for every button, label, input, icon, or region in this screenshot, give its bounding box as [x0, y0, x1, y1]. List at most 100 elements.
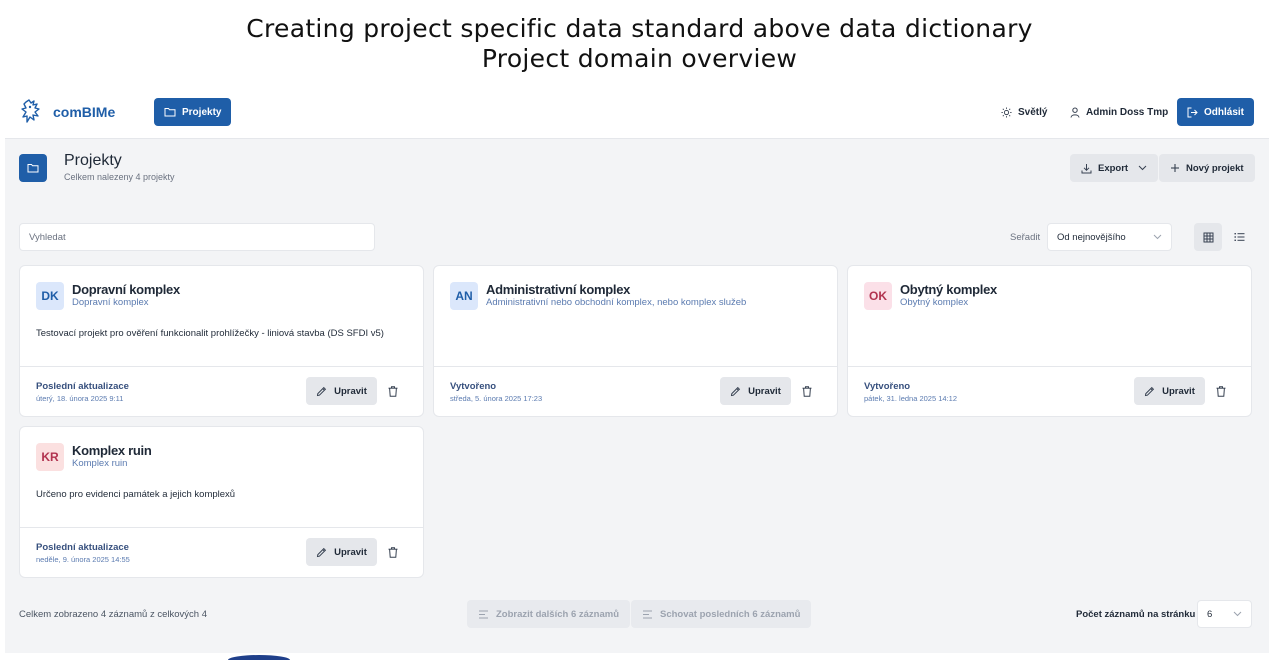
folder-icon: [27, 164, 39, 173]
edit-label: Upravit: [748, 385, 781, 397]
project-card[interactable]: AN Administrativní komplex Administrativ…: [433, 265, 838, 417]
sort-label: Seřadit: [1010, 232, 1041, 243]
top-bar: comBIMe Projekty Světlý Admin Doss Tmp O…: [5, 86, 1269, 139]
export-label: Export: [1098, 162, 1129, 174]
project-badge: OK: [864, 282, 892, 310]
card-divider: [20, 366, 423, 367]
trash-icon: [1216, 385, 1226, 397]
edit-button[interactable]: Upravit: [306, 377, 377, 405]
logout-icon: [1187, 107, 1198, 117]
chevron-down-icon: [1138, 165, 1147, 171]
edit-label: Upravit: [334, 546, 367, 558]
project-badge: DK: [36, 282, 64, 310]
app-window: comBIMe Projekty Světlý Admin Doss Tmp O…: [5, 86, 1269, 653]
hide-last-button[interactable]: Schovat posledních 6 záznamů: [631, 600, 812, 628]
slide-title-line-1: Creating project specific data standard …: [246, 14, 1033, 43]
project-badge: KR: [36, 443, 64, 471]
slide-title-line-2: Project domain overview: [481, 44, 798, 73]
project-title[interactable]: Komplex ruin: [72, 443, 152, 458]
project-meta-value: středa, 5. února 2025 17:23: [450, 394, 543, 403]
project-meta-label: Poslední aktualizace: [36, 542, 129, 553]
card-divider: [434, 366, 837, 367]
edit-label: Upravit: [1162, 385, 1195, 397]
card-divider: [20, 527, 423, 528]
card-divider: [848, 366, 1251, 367]
project-meta-value: úterý, 18. února 2025 9:11: [36, 394, 124, 403]
project-card[interactable]: DK Dopravní komplex Dopravní komplex Tes…: [19, 265, 424, 417]
delete-button[interactable]: [386, 383, 400, 399]
user-name: Admin Doss Tmp: [1086, 106, 1169, 118]
grid-view-button[interactable]: [1194, 223, 1222, 251]
project-title[interactable]: Dopravní komplex: [72, 282, 180, 297]
project-subtitle: Komplex ruin: [72, 458, 128, 469]
list-view-button[interactable]: [1225, 223, 1253, 251]
project-meta-label: Vytvořeno: [864, 381, 911, 392]
grid-view-icon: [1203, 232, 1213, 242]
project-meta-label: Poslední aktualizace: [36, 381, 129, 392]
pencil-icon: [317, 386, 327, 396]
new-project-label: Nový projekt: [1186, 162, 1244, 174]
show-more-label: Zobrazit dalších 6 záznamů: [496, 608, 619, 620]
chevron-down-icon: [1153, 234, 1162, 240]
project-meta-value: neděle, 9. února 2025 14:55: [36, 555, 130, 564]
new-project-button[interactable]: Nový projekt: [1159, 154, 1255, 182]
list-view-icon: [1234, 233, 1244, 241]
slide-title: Creating project specific data standard …: [0, 14, 1279, 74]
lines-icon: [479, 610, 488, 618]
user-icon: [1070, 107, 1080, 118]
hide-last-label: Schovat posledních 6 záznamů: [660, 608, 801, 620]
sort-select[interactable]: Od nejnovějšího: [1047, 223, 1172, 251]
project-description: Určeno pro evidenci památek a jejich kom…: [36, 489, 236, 500]
per-page-value: 6: [1207, 608, 1213, 620]
show-more-button[interactable]: Zobrazit dalších 6 záznamů: [467, 600, 630, 628]
per-page-select[interactable]: 6: [1197, 600, 1252, 628]
chevron-down-icon: [1233, 611, 1242, 617]
project-badge: AN: [450, 282, 478, 310]
project-meta-label: Vytvořeno: [450, 381, 497, 392]
brand-name[interactable]: comBIMe: [53, 104, 115, 120]
project-description: Testovací projekt pro ověření funkcional…: [36, 328, 384, 339]
project-subtitle: Administrativní nebo obchodní komplex, n…: [486, 297, 747, 308]
project-meta-value: pátek, 31. ledna 2025 14:12: [864, 394, 957, 403]
logout-button[interactable]: Odhlásit: [1177, 98, 1255, 126]
search-input[interactable]: Vyhledat: [19, 223, 375, 251]
edit-button[interactable]: Upravit: [306, 538, 377, 566]
nav-projects-label: Projekty: [182, 106, 222, 118]
bottom-partial-logo: [228, 655, 290, 660]
delete-button[interactable]: [1214, 383, 1228, 399]
logout-label: Odhlásit: [1204, 106, 1245, 118]
delete-button[interactable]: [386, 544, 400, 560]
edit-button[interactable]: Upravit: [720, 377, 791, 405]
project-subtitle: Dopravní komplex: [72, 297, 149, 308]
per-page-label: Počet záznamů na stránku: [1076, 609, 1196, 620]
records-summary: Celkem zobrazeno 4 záznamů z celkových 4: [19, 609, 207, 620]
trash-icon: [388, 546, 398, 558]
sun-icon: [1001, 106, 1012, 118]
pencil-icon: [317, 547, 327, 557]
theme-toggle-button[interactable]: Světlý: [1001, 98, 1047, 126]
page-subtitle: Celkem nalezeny 4 projekty: [64, 172, 175, 182]
plus-icon: [1171, 164, 1179, 172]
sort-value: Od nejnovějšího: [1057, 231, 1126, 243]
project-card[interactable]: KR Komplex ruin Komplex ruin Určeno pro …: [19, 426, 424, 578]
page-title: Projekty: [64, 152, 122, 169]
trash-icon: [388, 385, 398, 397]
pencil-icon: [731, 386, 741, 396]
trash-icon: [802, 385, 812, 397]
pencil-icon: [1145, 386, 1155, 396]
delete-button[interactable]: [800, 383, 814, 399]
project-title[interactable]: Obytný komplex: [900, 282, 997, 297]
export-button[interactable]: Export: [1070, 154, 1159, 182]
page-folder-icon: [19, 154, 47, 182]
lion-logo-icon[interactable]: [21, 98, 43, 124]
project-card[interactable]: OK Obytný komplex Obytný komplex Vytvoře…: [847, 265, 1252, 417]
user-menu-button[interactable]: Admin Doss Tmp: [1070, 98, 1168, 126]
lines-icon: [643, 610, 652, 618]
edit-button[interactable]: Upravit: [1134, 377, 1205, 405]
download-icon: [1081, 163, 1092, 173]
theme-label: Světlý: [1018, 106, 1048, 118]
nav-projects-button[interactable]: Projekty: [154, 98, 232, 126]
project-title[interactable]: Administrativní komplex: [486, 282, 630, 297]
project-subtitle: Obytný komplex: [900, 297, 969, 308]
edit-label: Upravit: [334, 385, 367, 397]
